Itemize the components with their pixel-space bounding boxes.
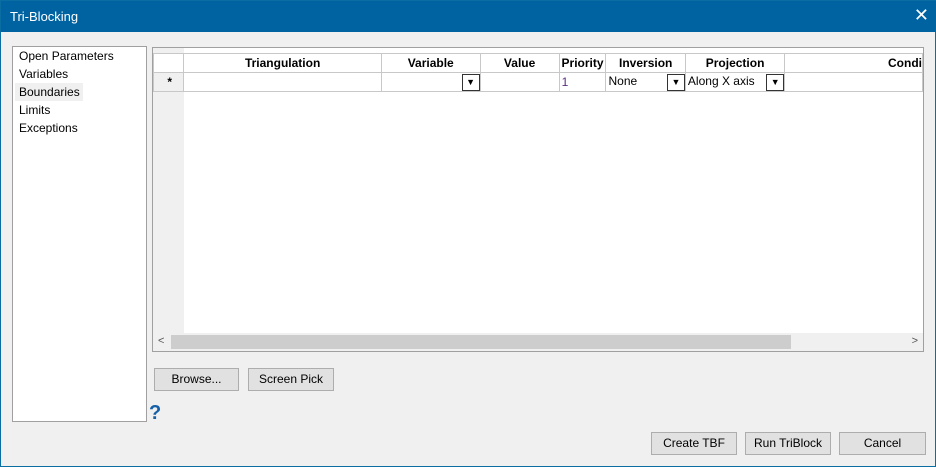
triangulation-cell[interactable] [183, 72, 382, 92]
screen-pick-button[interactable]: Screen Pick [248, 368, 334, 391]
nav-item-variables[interactable]: Variables [13, 65, 146, 83]
corner-header [153, 53, 185, 73]
window-title: Tri-Blocking [10, 9, 79, 24]
inversion-value: None [608, 73, 638, 88]
col-projection[interactable]: Projection [684, 53, 786, 73]
chevron-down-icon[interactable]: ▼ [766, 73, 784, 91]
scroll-left-icon[interactable]: < [158, 335, 164, 347]
run-triblock-button[interactable]: Run TriBlock [745, 432, 831, 455]
chevron-down-icon[interactable]: ▼ [666, 73, 685, 91]
nav-item-limits[interactable]: Limits [13, 101, 146, 119]
nav-item-boundaries[interactable]: Boundaries [15, 83, 83, 101]
col-value[interactable]: Value [479, 53, 560, 73]
inversion-cell[interactable]: None ▼ [605, 72, 686, 92]
scrollbar-thumb[interactable] [171, 335, 791, 349]
horizontal-scrollbar[interactable]: < > [153, 333, 923, 351]
col-triangulation[interactable]: Triangulation [183, 53, 382, 73]
scroll-right-icon[interactable]: > [912, 335, 918, 347]
boundaries-grid: Triangulation Variable Value Priority In… [152, 47, 924, 352]
variable-cell[interactable]: ▼ [380, 72, 481, 92]
projection-value: Along X axis [687, 73, 755, 88]
condition-cell[interactable] [784, 72, 923, 92]
help-icon[interactable]: ? [149, 402, 161, 425]
nav-item-exceptions[interactable]: Exceptions [13, 119, 146, 137]
priority-cell[interactable]: 1 [558, 72, 607, 92]
close-icon[interactable]: ✕ [914, 5, 929, 26]
browse-button[interactable]: Browse... [154, 368, 239, 391]
new-row-marker: * [153, 72, 185, 92]
col-variable[interactable]: Variable [380, 53, 481, 73]
nav-item-open-parameters[interactable]: Open Parameters [13, 47, 146, 65]
col-condition[interactable]: Condi [784, 53, 923, 73]
table-row: * ▼ 1 None ▼ Along X axis ▼ [153, 72, 923, 92]
title-bar: Tri-Blocking ✕ [1, 1, 936, 32]
col-inversion[interactable]: Inversion [605, 53, 686, 73]
section-list: Open Parameters Variables Boundaries Lim… [12, 46, 147, 422]
col-priority[interactable]: Priority [558, 53, 607, 73]
create-tbf-button[interactable]: Create TBF [651, 432, 737, 455]
projection-cell[interactable]: Along X axis ▼ [684, 72, 786, 92]
chevron-down-icon[interactable]: ▼ [461, 73, 480, 91]
value-cell[interactable] [479, 72, 560, 92]
cancel-button[interactable]: Cancel [839, 432, 926, 455]
